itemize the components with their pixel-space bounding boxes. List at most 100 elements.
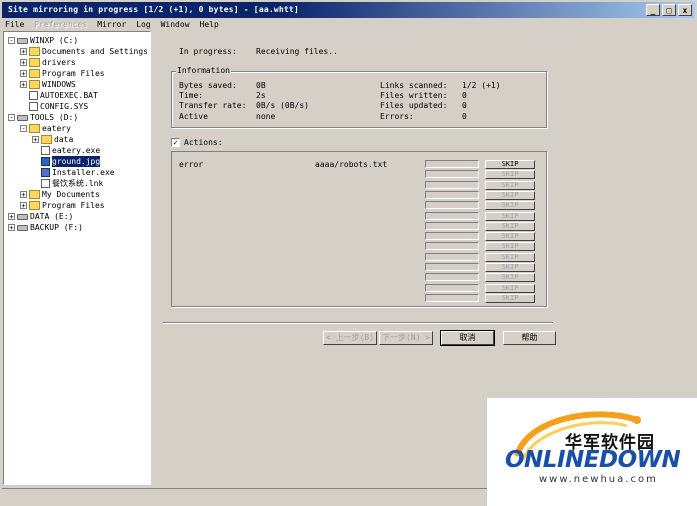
- folder-icon: [29, 201, 40, 210]
- tree-item-label: BACKUP (F:): [30, 223, 83, 232]
- skip-button[interactable]: SKIP: [485, 263, 535, 272]
- help-button[interactable]: 帮助: [503, 331, 556, 345]
- info-value: 0B/s (0B/s): [256, 101, 309, 110]
- maximize-button[interactable]: □: [662, 4, 676, 16]
- folder-icon: [29, 80, 40, 89]
- file-icon: [41, 179, 50, 188]
- title-bar[interactable]: Site mirroring in progress [1/2 (+1), 0 …: [2, 2, 695, 18]
- action-progress-bar: [425, 221, 479, 230]
- tree-item[interactable]: 餐饮系统.lnk: [32, 178, 103, 189]
- tree-item[interactable]: ground.jpg: [32, 156, 101, 167]
- tree-item[interactable]: + BACKUP (F:): [8, 222, 83, 233]
- expander-icon[interactable]: +: [8, 213, 15, 221]
- menu-log[interactable]: Log: [136, 19, 150, 31]
- actions-checkbox[interactable]: ✓: [171, 138, 180, 147]
- minimize-button[interactable]: _: [646, 4, 660, 16]
- drive-icon: [17, 213, 28, 220]
- information-group: Information: [171, 66, 547, 128]
- expander-icon[interactable]: +: [32, 136, 39, 144]
- skip-button[interactable]: SKIP: [485, 211, 535, 221]
- tree-item[interactable]: AUTOEXEC.BAT: [20, 90, 98, 101]
- tree-item-label: CONFIG.SYS: [40, 102, 89, 111]
- info-label: Transfer rate:: [179, 101, 247, 110]
- expander-icon[interactable]: -: [8, 114, 15, 122]
- action-progress-bar: [425, 242, 479, 251]
- menu-mirror[interactable]: Mirror: [97, 19, 126, 31]
- skip-button[interactable]: SKIP: [485, 283, 535, 293]
- expander-icon[interactable]: +: [20, 191, 27, 199]
- watermark-brand: ONLINEDOWN: [505, 447, 681, 473]
- skip-button[interactable]: SKIP: [485, 201, 535, 211]
- action-progress-bar: [425, 201, 479, 210]
- skip-button[interactable]: SKIP: [485, 242, 535, 252]
- tree-item-label: DATA (E:): [30, 212, 74, 221]
- tree-item[interactable]: + Documents and Settings: [20, 46, 148, 57]
- expander-icon[interactable]: +: [20, 81, 27, 89]
- tree-item[interactable]: + Program Files: [20, 68, 105, 79]
- menu-help[interactable]: Help: [200, 19, 219, 31]
- close-button[interactable]: x: [678, 4, 692, 16]
- exe-icon: [41, 168, 50, 177]
- file-icon: [29, 91, 38, 100]
- tree-item[interactable]: + Program Files: [20, 200, 105, 211]
- tree-item-label: TOOLS (D:): [30, 113, 79, 122]
- folder-icon: [29, 69, 40, 78]
- skip-button[interactable]: SKIP: [485, 190, 535, 200]
- menu-window[interactable]: Window: [161, 19, 190, 31]
- tree-item-label: data: [54, 135, 74, 144]
- info-label: Links scanned:: [380, 81, 448, 90]
- skip-button[interactable]: SKIP: [485, 170, 535, 180]
- tree-item[interactable]: + data: [32, 134, 73, 145]
- info-value: 1/2 (+1): [462, 81, 501, 90]
- expander-icon[interactable]: +: [20, 202, 27, 210]
- action-file: aaaa/robots.txt: [315, 160, 388, 169]
- skip-button[interactable]: SKIP: [485, 273, 535, 283]
- cancel-button[interactable]: 取消: [440, 330, 495, 346]
- tree-item[interactable]: Installer.exe: [32, 167, 115, 178]
- skip-button[interactable]: SKIP: [485, 232, 535, 242]
- folder-tree[interactable]: - WINXP (C:) + Documents and Settings + drive…: [3, 31, 151, 485]
- info-label: Bytes saved:: [179, 81, 237, 90]
- skip-button[interactable]: SKIP: [485, 293, 535, 303]
- menu-bar: File Preferences Mirror Log Window Help: [2, 19, 219, 31]
- skip-button[interactable]: SKIP: [485, 252, 535, 262]
- back-button[interactable]: < 上一步(B): [323, 331, 377, 345]
- info-label: Files updated:: [380, 101, 448, 110]
- tree-item-label: My Documents: [42, 190, 100, 199]
- info-label: Errors:: [380, 112, 414, 121]
- skip-button[interactable]: SKIP: [485, 160, 535, 169]
- menu-file[interactable]: File: [5, 19, 24, 31]
- tree-item[interactable]: eatery.exe: [32, 145, 100, 156]
- action-progress-bar: [425, 283, 479, 292]
- tree-item[interactable]: + WINDOWS: [20, 79, 76, 90]
- tree-item[interactable]: + drivers: [20, 57, 76, 68]
- tree-item[interactable]: + DATA (E:): [8, 211, 73, 222]
- tree-item[interactable]: + My Documents: [20, 189, 100, 200]
- action-progress-bar: [425, 170, 479, 179]
- tree-item[interactable]: CONFIG.SYS: [20, 101, 88, 112]
- watermark-logo: 华军软件园 ONLINEDOWN www.newhua.com: [487, 398, 697, 506]
- progress-value: Receiving files..: [256, 47, 338, 56]
- progress-label: In progress:: [179, 47, 237, 56]
- action-status: error: [179, 160, 204, 169]
- expander-icon[interactable]: -: [20, 125, 27, 133]
- expander-icon[interactable]: +: [8, 224, 15, 232]
- skip-button[interactable]: SKIP: [485, 180, 535, 190]
- folder-icon: [41, 135, 52, 144]
- tree-item[interactable]: - eatery: [20, 123, 71, 134]
- next-button[interactable]: 下一步(N) >: [379, 331, 433, 345]
- action-progress-bar: [425, 263, 479, 271]
- menu-preferences[interactable]: Preferences: [34, 19, 87, 31]
- image-icon: [41, 157, 50, 166]
- expander-icon[interactable]: +: [20, 48, 27, 56]
- skip-button[interactable]: SKIP: [485, 221, 535, 231]
- drive-icon: [17, 37, 28, 44]
- info-value: 0B: [256, 81, 266, 90]
- expander-icon[interactable]: +: [20, 70, 27, 78]
- expander-icon[interactable]: -: [8, 37, 15, 45]
- tree-item[interactable]: - WINXP (C:): [8, 35, 78, 46]
- tree-item-label: ground.jpg: [52, 156, 101, 167]
- tree-item[interactable]: - TOOLS (D:): [8, 112, 78, 123]
- expander-icon[interactable]: +: [20, 59, 27, 67]
- tree-item-label: drivers: [42, 58, 76, 67]
